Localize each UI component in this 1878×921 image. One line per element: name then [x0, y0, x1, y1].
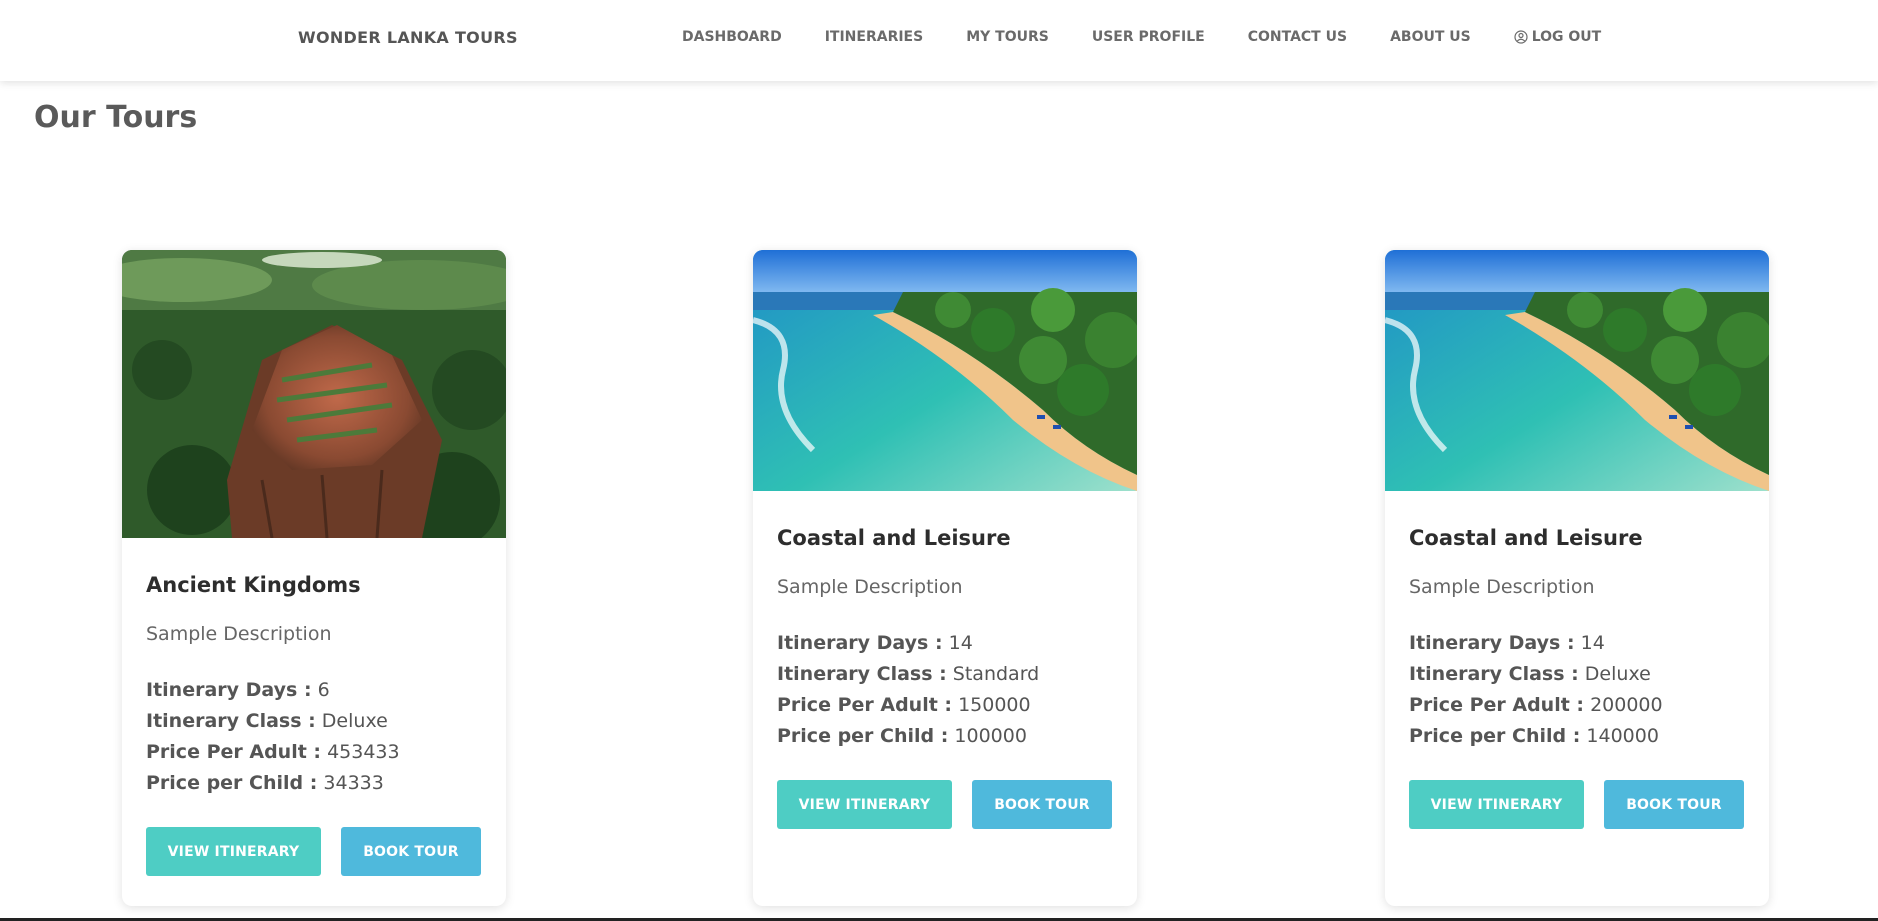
- tour-image-sigiriya: [122, 250, 506, 538]
- view-itinerary-button[interactable]: VIEW ITINERARY: [146, 827, 321, 876]
- tour-description: Sample Description: [777, 576, 963, 598]
- itinerary-days-label: Itinerary Days :: [1409, 632, 1575, 654]
- itinerary-days-row: Itinerary Days : 14: [777, 628, 1113, 659]
- price-adult-value: 200000: [1590, 694, 1663, 716]
- nav-itineraries[interactable]: ITINERARIES: [825, 29, 924, 45]
- tour-card: Coastal and Leisure Sample Description I…: [1385, 250, 1769, 906]
- price-adult-label: Price Per Adult :: [1409, 694, 1585, 716]
- itinerary-days-value: 14: [948, 632, 973, 654]
- log-out-label: LOG OUT: [1531, 29, 1602, 45]
- price-child-label: Price per Child :: [146, 772, 318, 794]
- tour-details: Itinerary Days : 14 Itinerary Class : St…: [777, 628, 1113, 752]
- view-itinerary-button[interactable]: VIEW ITINERARY: [777, 780, 952, 829]
- tour-title: Ancient Kingdoms: [146, 573, 361, 597]
- itinerary-class-value: Deluxe: [321, 710, 388, 732]
- tour-card: Ancient Kingdoms Sample Description Itin…: [122, 250, 506, 906]
- tour-card-body: Ancient Kingdoms Sample Description Itin…: [122, 538, 506, 876]
- price-child-value: 100000: [954, 725, 1027, 747]
- tour-details: Itinerary Days : 14 Itinerary Class : De…: [1409, 628, 1745, 752]
- itinerary-days-label: Itinerary Days :: [777, 632, 943, 654]
- tour-actions: VIEW ITINERARY BOOK TOUR: [777, 780, 1113, 829]
- tour-card: Coastal and Leisure Sample Description I…: [753, 250, 1137, 906]
- itinerary-class-label: Itinerary Class :: [777, 663, 947, 685]
- price-child-label: Price per Child :: [777, 725, 949, 747]
- user-circle-icon: [1514, 30, 1528, 44]
- tour-details: Itinerary Days : 6 Itinerary Class : Del…: [146, 675, 482, 799]
- itinerary-days-value: 14: [1580, 632, 1605, 654]
- tour-actions: VIEW ITINERARY BOOK TOUR: [1409, 780, 1745, 829]
- tour-description: Sample Description: [1409, 576, 1595, 598]
- price-child-value: 140000: [1586, 725, 1659, 747]
- nav-about-us[interactable]: ABOUT US: [1390, 29, 1471, 45]
- price-child-value: 34333: [323, 772, 384, 794]
- itinerary-class-value: Deluxe: [1584, 663, 1651, 685]
- nav-user-profile[interactable]: USER PROFILE: [1092, 29, 1205, 45]
- price-child-label: Price per Child :: [1409, 725, 1581, 747]
- itinerary-class-label: Itinerary Class :: [1409, 663, 1579, 685]
- book-tour-button[interactable]: BOOK TOUR: [341, 827, 481, 876]
- itinerary-days-value: 6: [317, 679, 330, 701]
- view-itinerary-button[interactable]: VIEW ITINERARY: [1409, 780, 1584, 829]
- tour-title: Coastal and Leisure: [777, 526, 1011, 550]
- tour-title: Coastal and Leisure: [1409, 526, 1643, 550]
- itinerary-days-row: Itinerary Days : 14: [1409, 628, 1745, 659]
- price-adult-value: 453433: [327, 741, 400, 763]
- nav-log-out[interactable]: LOG OUT: [1514, 29, 1602, 45]
- itinerary-class-value: Standard: [952, 663, 1040, 685]
- price-adult-label: Price Per Adult :: [146, 741, 322, 763]
- brand-logo-link[interactable]: WONDER LANKA TOURS: [298, 28, 518, 47]
- itinerary-days-row: Itinerary Days : 6: [146, 675, 482, 706]
- price-child-row: Price per Child : 34333: [146, 768, 482, 799]
- price-adult-row: Price Per Adult : 200000: [1409, 690, 1745, 721]
- page-title: Our Tours: [34, 100, 198, 135]
- tour-card-body: Coastal and Leisure Sample Description I…: [753, 491, 1137, 829]
- top-navbar: WONDER LANKA TOURS DASHBOARD ITINERARIES…: [0, 0, 1878, 81]
- nav-links: DASHBOARD ITINERARIES MY TOURS USER PROF…: [682, 29, 1601, 45]
- itinerary-class-row: Itinerary Class : Deluxe: [146, 706, 482, 737]
- nav-my-tours[interactable]: MY TOURS: [966, 29, 1049, 45]
- price-adult-row: Price Per Adult : 453433: [146, 737, 482, 768]
- price-child-row: Price per Child : 100000: [777, 721, 1113, 752]
- tour-description: Sample Description: [146, 623, 332, 645]
- book-tour-button[interactable]: BOOK TOUR: [1604, 780, 1744, 829]
- itinerary-days-label: Itinerary Days :: [146, 679, 312, 701]
- price-adult-value: 150000: [958, 694, 1031, 716]
- itinerary-class-row: Itinerary Class : Standard: [777, 659, 1113, 690]
- tour-card-body: Coastal and Leisure Sample Description I…: [1385, 491, 1769, 829]
- tour-image-beach: [753, 250, 1137, 491]
- price-child-row: Price per Child : 140000: [1409, 721, 1745, 752]
- book-tour-button[interactable]: BOOK TOUR: [972, 780, 1112, 829]
- price-adult-label: Price Per Adult :: [777, 694, 953, 716]
- nav-contact-us[interactable]: CONTACT US: [1248, 29, 1347, 45]
- price-adult-row: Price Per Adult : 150000: [777, 690, 1113, 721]
- itinerary-class-row: Itinerary Class : Deluxe: [1409, 659, 1745, 690]
- tour-image-beach: [1385, 250, 1769, 491]
- itinerary-class-label: Itinerary Class :: [146, 710, 316, 732]
- tour-actions: VIEW ITINERARY BOOK TOUR: [146, 827, 482, 876]
- nav-dashboard[interactable]: DASHBOARD: [682, 29, 782, 45]
